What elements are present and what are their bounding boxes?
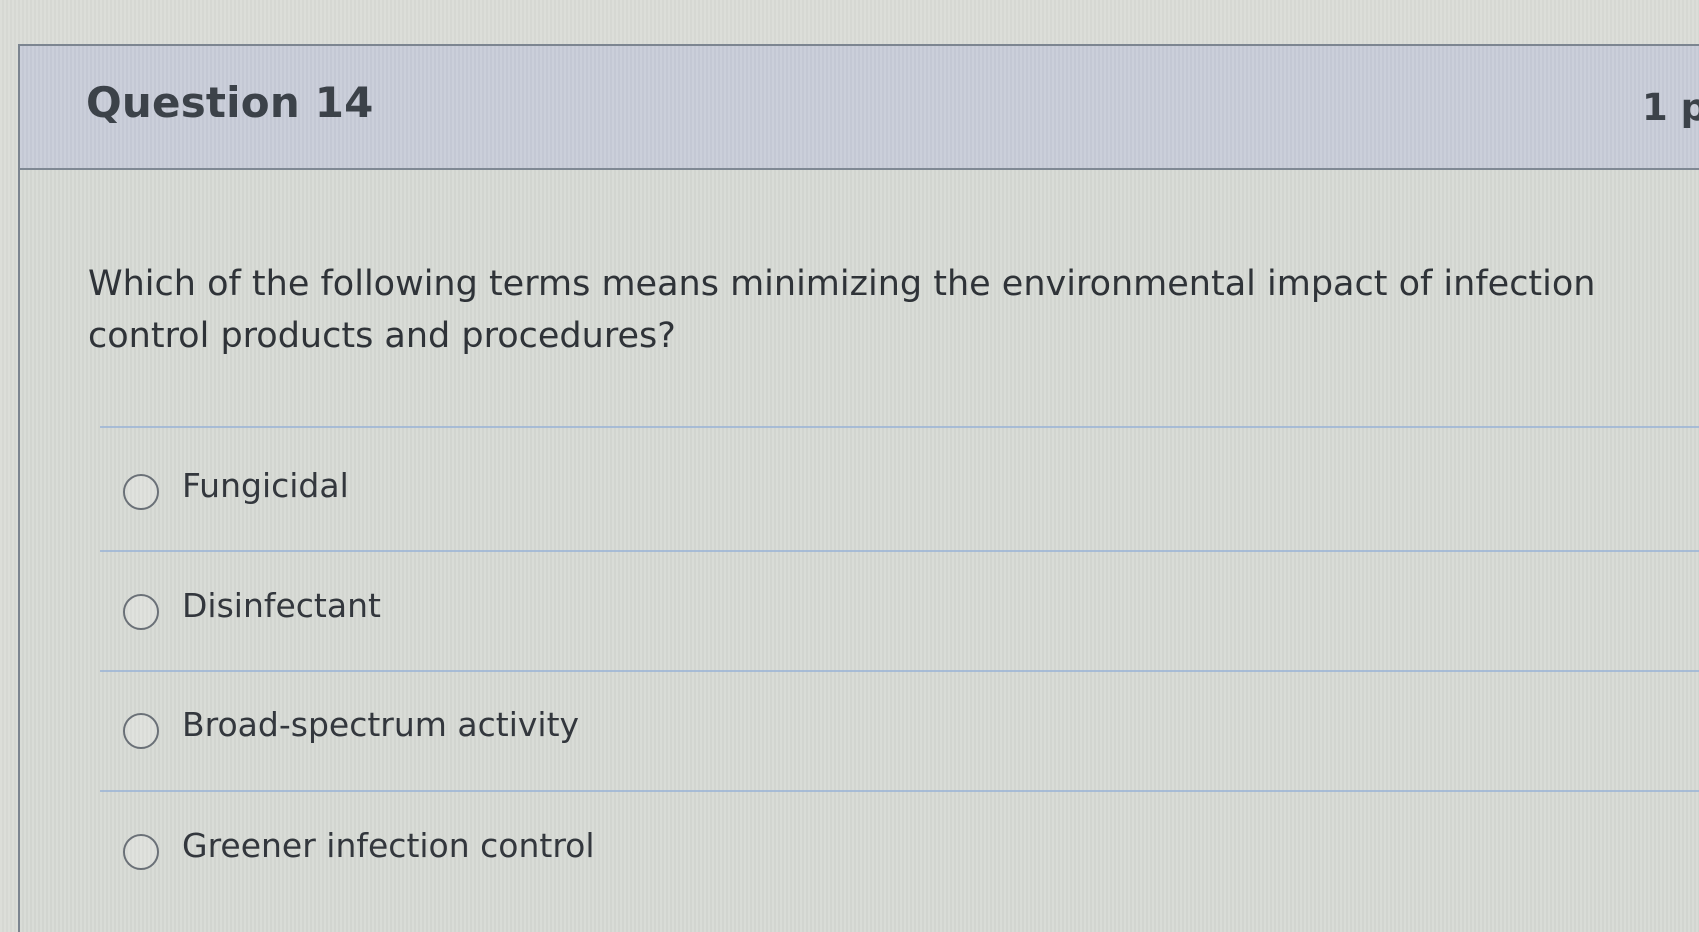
answer-option-broad-spectrum-activity[interactable]: Broad-spectrum activity <box>100 699 1000 769</box>
question-card: Question 14 1 p Which of the following t… <box>18 44 1699 932</box>
radio-button[interactable] <box>123 834 159 870</box>
answer-divider <box>100 670 1699 672</box>
answer-label: Broad-spectrum activity <box>182 705 580 744</box>
radio-button[interactable] <box>123 713 159 749</box>
answer-label: Greener infection control <box>182 826 595 865</box>
answer-label: Disinfectant <box>182 586 381 625</box>
answer-divider <box>100 790 1699 792</box>
radio-button[interactable] <box>123 594 159 630</box>
answer-divider <box>100 426 1699 428</box>
answer-label: Fungicidal <box>182 466 349 505</box>
question-text: Which of the following terms means minim… <box>88 264 1596 356</box>
answer-option-fungicidal[interactable]: Fungicidal <box>100 460 1000 530</box>
answer-option-greener-infection-control[interactable]: Greener infection control <box>100 820 1000 890</box>
question-points: 1 p <box>1642 86 1699 129</box>
answer-option-disinfectant[interactable]: Disinfectant <box>100 580 1000 650</box>
question-header: Question 14 1 p <box>20 46 1699 170</box>
question-title: Question 14 <box>86 78 374 127</box>
quiz-screen: Question 14 1 p Which of the following t… <box>0 0 1699 932</box>
radio-button[interactable] <box>123 474 159 510</box>
answer-divider <box>100 550 1699 552</box>
